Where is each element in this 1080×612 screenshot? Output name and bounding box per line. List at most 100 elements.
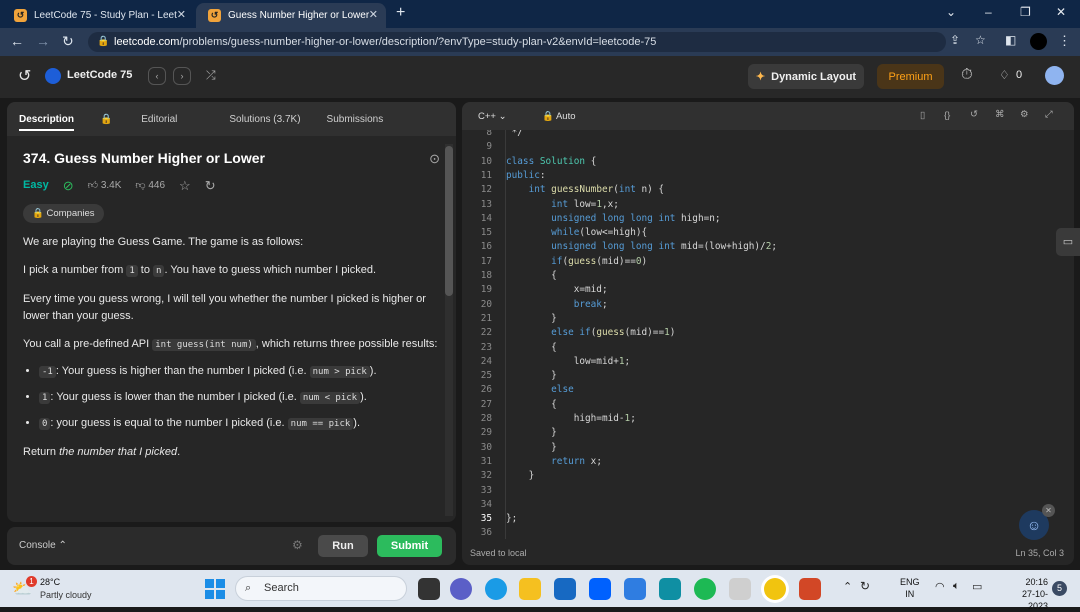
- text: , which returns three possible results:: [255, 338, 438, 350]
- minimize-icon[interactable]: –: [985, 5, 992, 19]
- chrome-icon[interactable]: [764, 578, 786, 600]
- taskbar-search-box[interactable]: ⌕ Search: [235, 576, 407, 601]
- close-chat-icon[interactable]: ✕: [1042, 504, 1055, 517]
- tab-search-icon[interactable]: ⌄: [946, 5, 956, 19]
- powerpoint-icon[interactable]: [799, 578, 821, 600]
- favorite-star-icon[interactable]: ☆: [179, 177, 191, 194]
- wifi-icon[interactable]: ◠: [935, 580, 945, 593]
- bookmark-star-icon[interactable]: ☆: [975, 33, 986, 47]
- scrollbar-thumb[interactable]: [445, 146, 453, 296]
- more-options-icon[interactable]: ⊙: [429, 150, 440, 167]
- premium-button[interactable]: Premium: [877, 64, 944, 89]
- tab-solutions[interactable]: Solutions (3.7K): [229, 114, 300, 125]
- code-line: if(guess(mid)==0): [551, 255, 648, 267]
- tab-leetcode75[interactable]: ↺ LeetCode 75 - Study Plan - Leet ✕: [2, 3, 194, 28]
- problem-title: 374. Guess Number Higher or Lower: [23, 150, 265, 166]
- tab-guess-number[interactable]: ↺ Guess Number Higher or Lower ✕: [196, 3, 386, 28]
- prev-problem-button[interactable]: ‹: [148, 67, 166, 85]
- menu-kebab-icon[interactable]: ⋮: [1058, 33, 1071, 49]
- line-number: 30: [480, 441, 492, 453]
- plan-title[interactable]: LeetCode 75: [67, 69, 132, 81]
- close-tab-icon[interactable]: ✕: [369, 8, 378, 21]
- forward-icon[interactable]: →: [36, 33, 50, 49]
- mode-select[interactable]: 🔒 Auto: [542, 111, 576, 122]
- close-window-icon[interactable]: ✕: [1056, 5, 1066, 19]
- thumbs-up-icon: 👍︎: [87, 180, 99, 191]
- inline-code: int guess(int num): [152, 339, 256, 351]
- leetcode-logo-icon[interactable]: ↺: [18, 66, 31, 86]
- tab-description[interactable]: Description: [19, 114, 75, 131]
- shuffle-icon[interactable]: ⤮: [206, 68, 216, 83]
- tray-chevron-icon[interactable]: ⌃: [843, 580, 852, 593]
- close-tab-icon[interactable]: ✕: [177, 8, 186, 21]
- next-problem-button[interactable]: ›: [173, 67, 191, 85]
- dropbox-icon[interactable]: [589, 578, 611, 600]
- line-number: 23: [480, 341, 492, 353]
- language-select[interactable]: C++ ⌄: [478, 111, 507, 122]
- text: ).: [353, 417, 361, 429]
- edge-icon[interactable]: [485, 578, 507, 600]
- tab-label: LeetCode 75 - Study Plan - Leet: [34, 10, 177, 21]
- fullscreen-icon[interactable]: ⤢: [1045, 109, 1053, 120]
- tab-label: Guess Number Higher or Lower: [228, 10, 370, 21]
- line-number: 36: [480, 527, 492, 539]
- line-number: 29: [480, 427, 492, 439]
- tray-sync-icon[interactable]: ↻: [860, 579, 870, 593]
- notification-badge[interactable]: 5: [1052, 581, 1067, 596]
- tab-submissions[interactable]: Submissions: [327, 114, 384, 125]
- language-indicator[interactable]: ENG IN: [900, 576, 920, 600]
- bookmark-icon[interactable]: ▯: [920, 110, 925, 121]
- dynamic-layout-button[interactable]: ✦ Dynamic Layout: [748, 64, 864, 89]
- shortcuts-icon[interactable]: ⌘: [995, 109, 1005, 120]
- mdp-app-icon[interactable]: [624, 578, 646, 600]
- mail-icon[interactable]: [554, 578, 576, 600]
- console-label: Console: [19, 540, 56, 551]
- dislike-button[interactable]: 👎︎ 446: [135, 177, 165, 194]
- scrollbar-track[interactable]: [445, 144, 453, 516]
- tab-editorial[interactable]: 🔒 Editorial: [100, 114, 203, 125]
- sidepanel-icon[interactable]: ◧: [1005, 33, 1016, 47]
- weather-temp: 28°C: [40, 577, 61, 587]
- url-host: leetcode.com: [114, 36, 180, 48]
- companies-tag[interactable]: 🔒 Companies: [23, 204, 104, 223]
- console-toggle[interactable]: Console ⌃: [19, 540, 67, 551]
- submit-button[interactable]: Submit: [377, 535, 442, 557]
- list-item: 0: your guess is equal to the number I p…: [39, 415, 440, 433]
- timer-icon[interactable]: ⏱: [961, 66, 973, 83]
- maximize-icon[interactable]: ❐: [1020, 5, 1031, 19]
- code-area[interactable]: 8 */ 9 10 class Solution {11 public: 12 int g…: [462, 130, 1074, 539]
- share-refresh-icon[interactable]: ↻: [205, 177, 216, 194]
- flame-icon[interactable]: ♢: [999, 68, 1010, 82]
- spotify-icon[interactable]: [694, 578, 716, 600]
- profile-avatar[interactable]: [1030, 33, 1047, 50]
- teams-icon[interactable]: [450, 578, 472, 600]
- file-explorer-widget-icon[interactable]: [418, 578, 440, 600]
- reset-icon[interactable]: ↺: [970, 109, 978, 120]
- debug-bug-icon[interactable]: ⚙: [292, 538, 303, 552]
- new-tab-icon[interactable]: +: [396, 4, 405, 22]
- logo-square: [205, 579, 214, 588]
- browser-tab-bar: ↺ LeetCode 75 - Study Plan - Leet ✕ ↺ Gu…: [0, 0, 1080, 28]
- url-field[interactable]: 🔒 leetcode.com/problems/guess-number-hig…: [88, 32, 946, 52]
- code-editor-panel: C++ ⌄ 🔒 Auto ▯ {} ↺ ⌘ ⚙ ⤢ 8 */ 9 10 class S…: [462, 102, 1074, 565]
- user-avatar[interactable]: [1045, 66, 1064, 85]
- text: . You have to guess which number I picke…: [164, 264, 377, 276]
- chevron-down-icon: ⌄: [498, 111, 507, 122]
- like-button[interactable]: 👍︎ 3.4K: [88, 177, 122, 194]
- volume-icon[interactable]: 🔈︎: [953, 580, 960, 593]
- file-explorer-icon[interactable]: [519, 578, 541, 600]
- windows-start-icon[interactable]: [205, 579, 225, 599]
- paint-icon[interactable]: [729, 578, 751, 600]
- cursor-position: Ln 35, Col 3: [1015, 548, 1064, 558]
- battery-icon[interactable]: ▭: [972, 580, 982, 593]
- difficulty-badge: Easy: [23, 179, 49, 191]
- settings-gear-icon[interactable]: ⚙: [1020, 109, 1029, 120]
- reload-icon[interactable]: ↻: [62, 33, 74, 50]
- back-icon[interactable]: ←: [10, 33, 24, 49]
- notes-side-icon[interactable]: ▭: [1056, 228, 1080, 256]
- app-icon[interactable]: [659, 578, 681, 600]
- share-icon[interactable]: ⇪: [950, 33, 960, 47]
- format-braces-icon[interactable]: {}: [944, 110, 950, 121]
- run-button[interactable]: Run: [318, 535, 368, 557]
- plan-icon: [45, 68, 61, 84]
